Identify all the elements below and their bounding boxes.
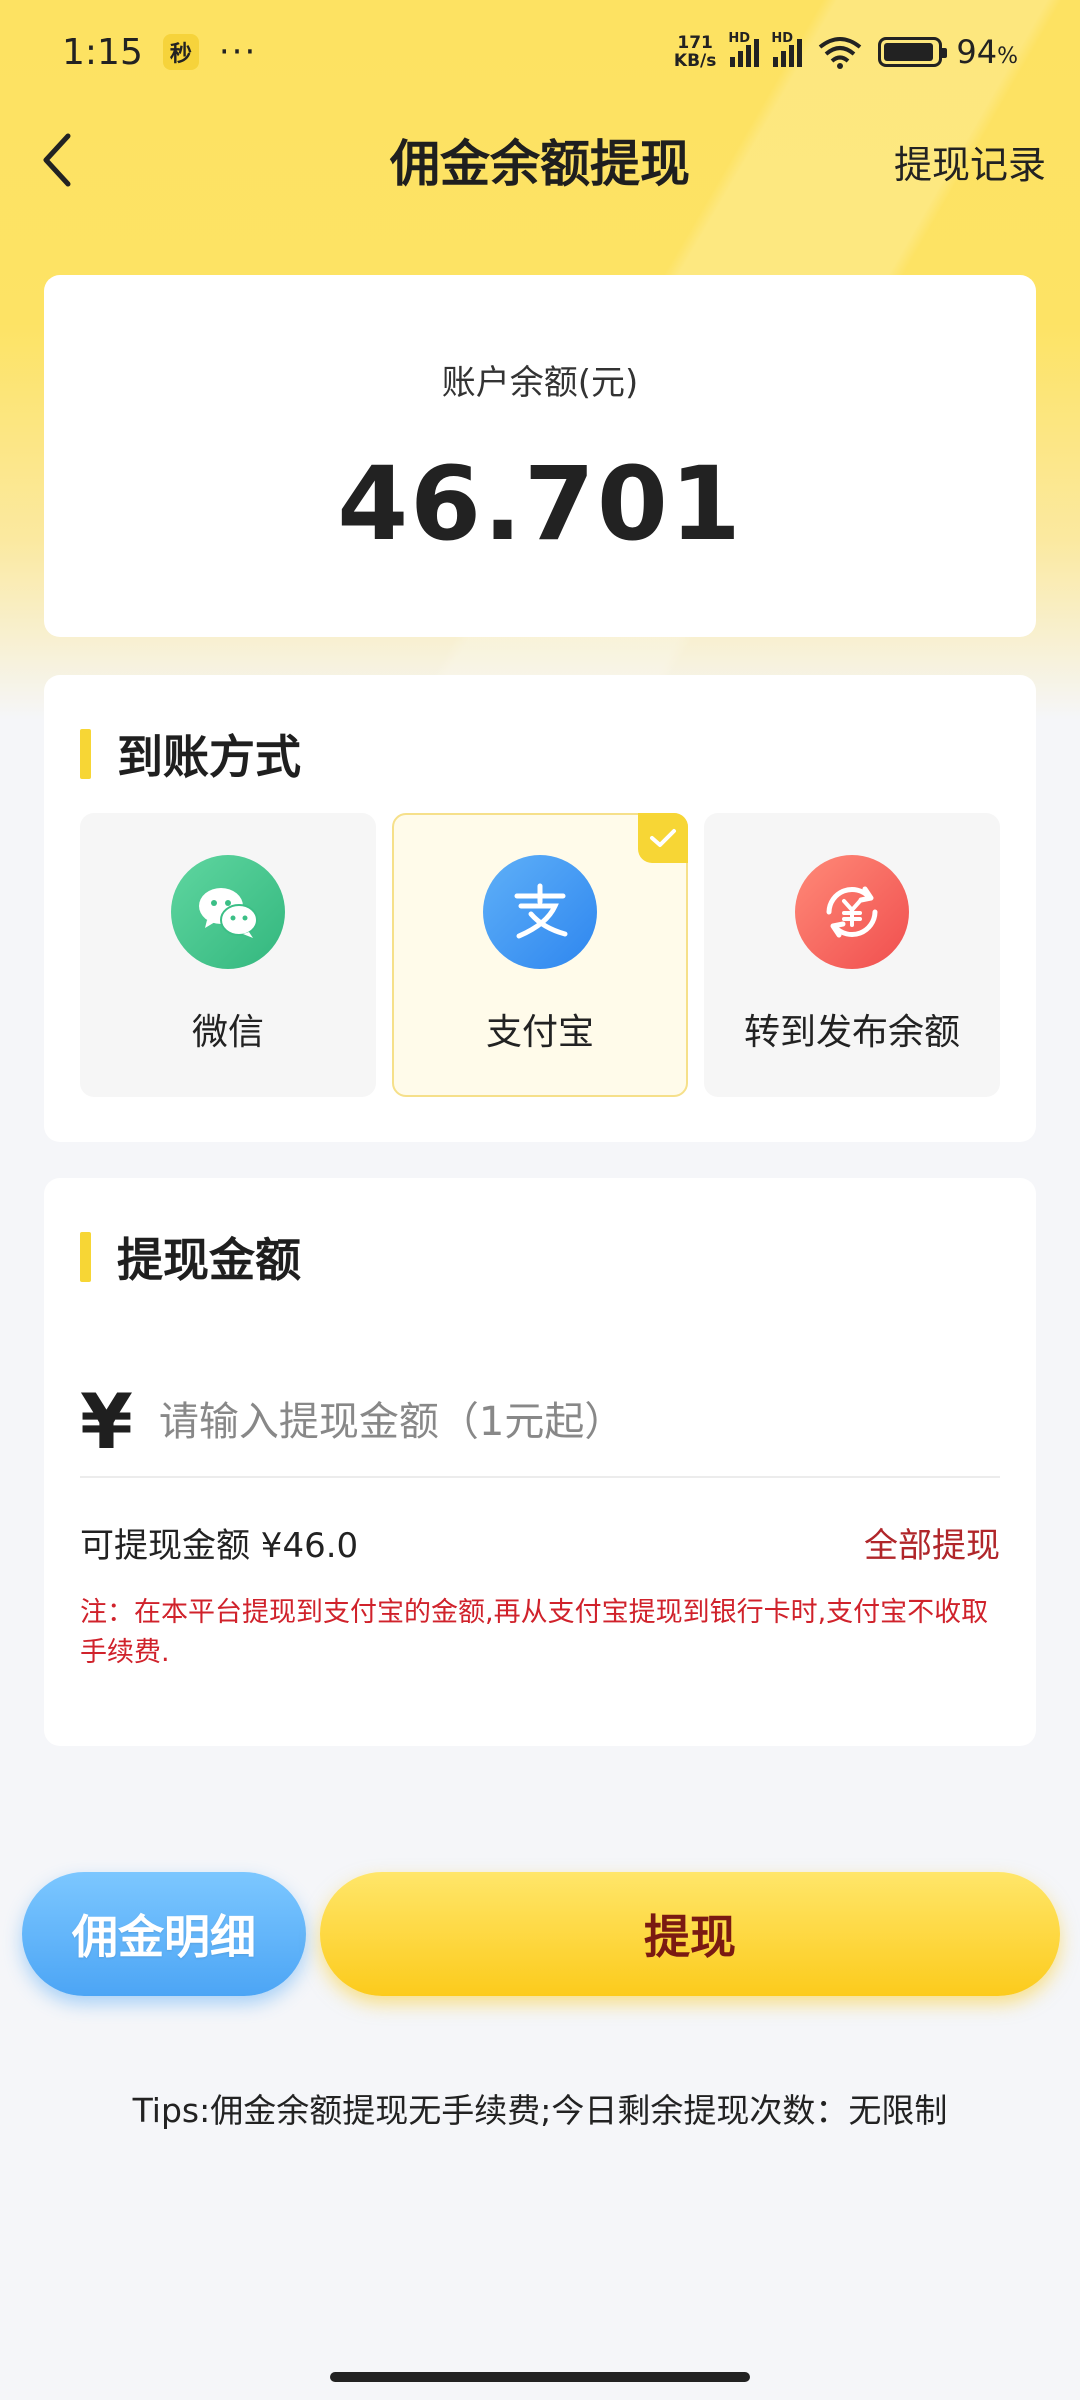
available-amount-row: 可提现金额 ¥46.0 全部提现 — [80, 1518, 1000, 1567]
more-notifications-icon: ··· — [218, 32, 258, 72]
withdraw-history-link[interactable]: 提现记录 — [894, 134, 1046, 189]
alipay-icon — [483, 855, 597, 969]
section-accent-bar — [80, 729, 91, 779]
withdraw-all-button[interactable]: 全部提现 — [864, 1518, 1000, 1567]
amount-input[interactable] — [158, 1399, 939, 1445]
section-title: 到账方式 — [117, 730, 301, 784]
method-option-wechat[interactable]: 微信 — [80, 813, 376, 1097]
status-bar: 1:15 秒 ··· 171 KB/s HD HD 94% — [0, 0, 1080, 104]
tips-text: Tips:佣金余额提现无手续费;今日剩余提现次数：无限制 — [132, 2091, 948, 2130]
balance-card: 账户余额(元) 46.701 — [44, 275, 1036, 637]
hd-label-2: HD — [771, 31, 794, 46]
balance-label: 账户余额(元) — [441, 363, 639, 403]
method-label: 微信 — [191, 1012, 264, 1053]
payout-method-card: 到账方式 微信 支付宝 转到发布余额 — [44, 675, 1036, 1142]
wifi-icon — [819, 37, 862, 69]
battery-icon — [878, 37, 948, 67]
section-header: 到账方式 — [80, 721, 301, 787]
section-title: 提现金额 — [117, 1233, 301, 1287]
page-title: 佣金余额提现 — [390, 135, 690, 193]
network-speed-unit: KB/s — [673, 51, 717, 71]
hd-label: HD — [728, 31, 751, 46]
app-notification-icon: 秒 — [162, 34, 199, 70]
method-option-transfer-balance[interactable]: 转到发布余额 — [704, 813, 1000, 1097]
network-speed: 171 KB/s — [674, 34, 716, 70]
back-button[interactable] — [28, 130, 88, 190]
back-arrow-icon — [43, 133, 71, 187]
network-speed-value: 171 — [677, 33, 713, 53]
home-indicator[interactable] — [330, 2372, 750, 2382]
wechat-icon — [171, 855, 285, 969]
method-option-alipay[interactable]: 支付宝 — [392, 813, 688, 1097]
status-time: 1:15 — [62, 31, 143, 73]
withdraw-button[interactable]: 提现 — [320, 1872, 1060, 1996]
yuan-icon: ¥ — [80, 1377, 133, 1466]
battery-percent: 94% — [956, 33, 1018, 71]
commission-detail-button[interactable]: 佣金明细 — [22, 1872, 306, 1996]
section-accent-bar — [80, 1232, 91, 1282]
payout-method-options: 微信 支付宝 转到发布余额 — [80, 813, 1000, 1097]
balance-value: 46.701 — [337, 445, 743, 564]
section-header: 提现金额 — [80, 1224, 301, 1290]
navigation-bar: 佣金余额提现 提现记录 — [0, 110, 1080, 210]
method-label: 转到发布余额 — [743, 1012, 960, 1053]
available-amount: 可提现金额 ¥46.0 — [80, 1526, 359, 1566]
selected-check-icon — [638, 813, 688, 863]
cellular-signal-icon: HD — [728, 31, 760, 67]
amount-input-row: ¥ — [80, 1368, 1000, 1478]
status-indicators: 171 KB/s HD HD 94% — [674, 31, 1018, 71]
method-label: 支付宝 — [485, 1012, 594, 1053]
withdraw-amount-card: 提现金额 ¥ 可提现金额 ¥46.0 全部提现 注：在本平台提现到支付宝的金额,… — [44, 1178, 1036, 1746]
cellular-signal-icon-2: HD — [771, 31, 803, 67]
fee-note: 注：在本平台提现到支付宝的金额,再从支付宝提现到银行卡时,支付宝不收取手续费. — [80, 1597, 989, 1668]
transfer-balance-icon — [795, 855, 909, 969]
